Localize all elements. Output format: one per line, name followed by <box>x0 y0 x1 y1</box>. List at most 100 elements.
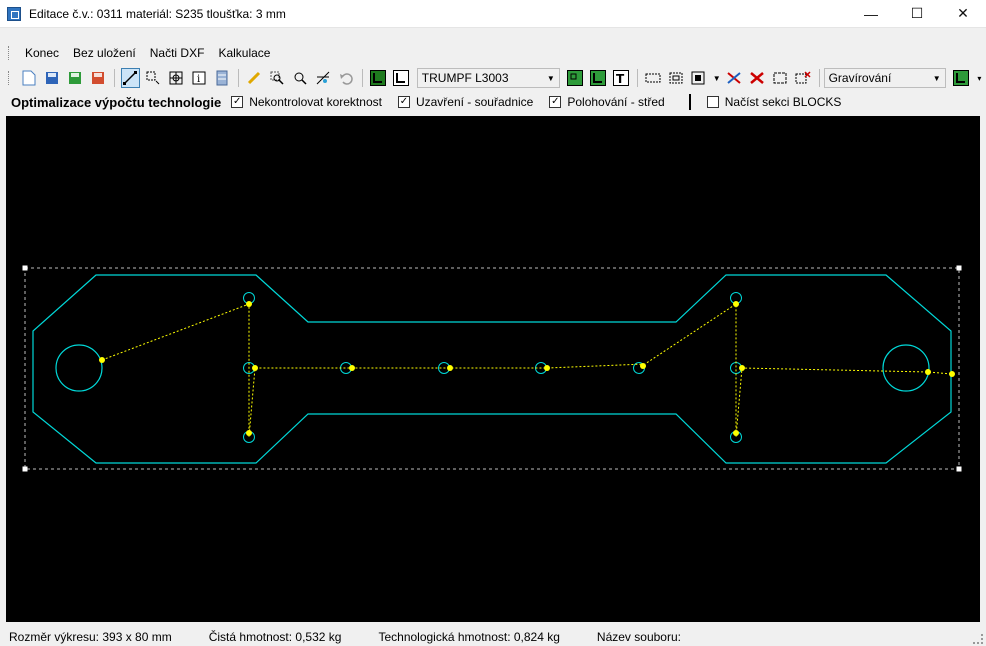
delete-red-icon[interactable] <box>748 68 767 88</box>
checkbox-label: Nekontrolovat korektnost <box>249 95 382 109</box>
large-hole <box>882 344 930 392</box>
selection-handle[interactable] <box>956 265 962 271</box>
layer-select-value: Gravírování <box>828 71 892 85</box>
menu-bez-ulozeni[interactable]: Bez uložení <box>66 46 143 60</box>
pierce-point <box>252 365 258 371</box>
line-tool-icon[interactable] <box>120 68 140 88</box>
menu-grip-icon[interactable] <box>8 46 12 60</box>
block-icon[interactable] <box>690 68 709 88</box>
dim-horizontal-icon[interactable] <box>644 68 663 88</box>
status-filename: Název souboru: <box>596 629 681 644</box>
menu-nacti-dxf[interactable]: Načti DXF <box>143 46 212 60</box>
undo-icon[interactable] <box>337 68 356 88</box>
status-bar: Rozměr výkresu: 393 x 80 mm Čistá hmotno… <box>0 627 986 646</box>
trim-icon[interactable] <box>314 68 333 88</box>
checkbox-checked-icon[interactable]: ✓ <box>231 96 244 108</box>
pierce-point <box>733 430 739 436</box>
cutting-path <box>101 303 953 438</box>
layer-select[interactable]: Gravírování ▼ <box>823 68 946 88</box>
options-title: Optimalizace výpočtu technologie <box>11 94 222 110</box>
grid-green-icon[interactable] <box>566 68 585 88</box>
maximize-button[interactable]: ☐ <box>894 0 940 28</box>
status-drawing-size: Rozměr výkresu: 393 x 80 mm <box>9 629 172 644</box>
corner-icon[interactable] <box>369 68 388 88</box>
title-bar: Editace č.v.: 0311 materiál: S235 tloušť… <box>0 0 986 28</box>
selection-handle[interactable] <box>22 265 28 271</box>
checkbox-label: Načíst sekci BLOCKS <box>724 95 842 109</box>
toolbar-separator <box>361 69 363 87</box>
zoom-window-icon[interactable] <box>291 68 310 88</box>
target-icon[interactable] <box>167 68 186 88</box>
checkbox-polohovani[interactable]: ✓ Polohování - střed <box>549 95 665 109</box>
toolbar-overflow-icon[interactable]: ▾ <box>975 68 985 88</box>
pierce-point <box>733 301 739 307</box>
menu-konec[interactable]: Konec <box>18 46 66 60</box>
pierce-point <box>640 363 646 369</box>
dim-delete-icon[interactable] <box>794 68 813 88</box>
pierce-point <box>739 365 745 371</box>
save-icon[interactable] <box>43 68 62 88</box>
pierce-point <box>544 365 550 371</box>
minimize-button[interactable]: — <box>848 0 894 28</box>
toolbar-separator <box>636 69 638 87</box>
select-icon[interactable] <box>144 68 163 88</box>
status-tech-weight: Technologická hmotnost: 0,824 kg <box>378 629 560 644</box>
pierce-point <box>925 369 931 375</box>
stack-icon[interactable] <box>213 68 232 88</box>
delete-blue-icon[interactable] <box>725 68 744 88</box>
grid-green-2-icon[interactable] <box>589 68 608 88</box>
close-button[interactable]: ✕ <box>940 0 986 28</box>
status-net-weight: Čistá hmotnost: 0,532 kg <box>208 629 342 644</box>
large-hole <box>55 344 103 392</box>
chevron-down-icon: ▼ <box>932 73 941 83</box>
dim-frame-icon[interactable] <box>771 68 790 88</box>
window-title: Editace č.v.: 0311 materiál: S235 tloušť… <box>29 6 286 21</box>
save-red-icon[interactable] <box>89 68 108 88</box>
save-green-icon[interactable] <box>66 68 85 88</box>
corner-outline-icon[interactable] <box>392 68 411 88</box>
checkbox-unchecked-icon[interactable] <box>706 96 719 108</box>
pierce-point <box>246 430 252 436</box>
pierce-points <box>99 301 955 436</box>
checkbox-label: Uzavření - souřadnice <box>415 95 534 109</box>
pencil-icon[interactable] <box>245 68 264 88</box>
part-contour <box>32 274 952 464</box>
pierce-point <box>349 365 355 371</box>
checkbox-label: Polohování - střed <box>567 95 665 109</box>
checkbox-blocks[interactable]: Načíst sekci BLOCKS <box>706 95 842 109</box>
drawing-canvas[interactable] <box>6 116 980 622</box>
resize-grip-icon[interactable] <box>973 634 983 644</box>
text-tool-icon[interactable]: T <box>612 68 631 88</box>
dropdown-arrow-icon[interactable]: ▼ <box>713 68 721 88</box>
menu-kalkulace[interactable]: Kalkulace <box>211 46 277 60</box>
checkbox-checked-icon[interactable]: ✓ <box>549 96 562 108</box>
info-icon[interactable]: i <box>190 68 209 88</box>
pierce-point <box>246 301 252 307</box>
machine-select-value: TRUMPF L3003 <box>421 71 509 85</box>
new-file-icon[interactable] <box>20 68 39 88</box>
options-divider <box>688 94 691 110</box>
menu-bar: Konec Bez uložení Načti DXF Kalkulace <box>0 42 986 64</box>
pierce-point <box>447 365 453 371</box>
toolbar-grip-icon[interactable] <box>8 71 12 85</box>
dim-box-icon[interactable] <box>667 68 686 88</box>
zoom-icon[interactable] <box>268 68 287 88</box>
svg-text:i: i <box>197 74 200 85</box>
corner-green-icon[interactable] <box>952 68 971 88</box>
selection-handle[interactable] <box>22 466 28 472</box>
toolbar: i TRUMPF L3003 ▼ T ▼ Gravírování ▼ ▾ <box>0 66 986 90</box>
drawing-svg[interactable] <box>6 116 980 622</box>
machine-select[interactable]: TRUMPF L3003 ▼ <box>416 68 560 88</box>
checkbox-uzavreni[interactable]: ✓ Uzavření - souřadnice <box>397 95 534 109</box>
checkbox-checked-icon[interactable]: ✓ <box>397 96 410 108</box>
checkbox-nekontrolovat[interactable]: ✓ Nekontrolovat korektnost <box>231 95 382 109</box>
app-icon <box>7 6 21 21</box>
pierce-point <box>949 371 955 377</box>
options-bar: Optimalizace výpočtu technologie ✓ Nekon… <box>0 92 986 112</box>
toolbar-separator <box>113 69 115 87</box>
toolbar-separator <box>237 69 239 87</box>
pierce-point <box>99 357 105 363</box>
selection-handle[interactable] <box>956 466 962 472</box>
svg-text:T: T <box>616 72 625 86</box>
chevron-down-icon: ▼ <box>546 73 555 83</box>
